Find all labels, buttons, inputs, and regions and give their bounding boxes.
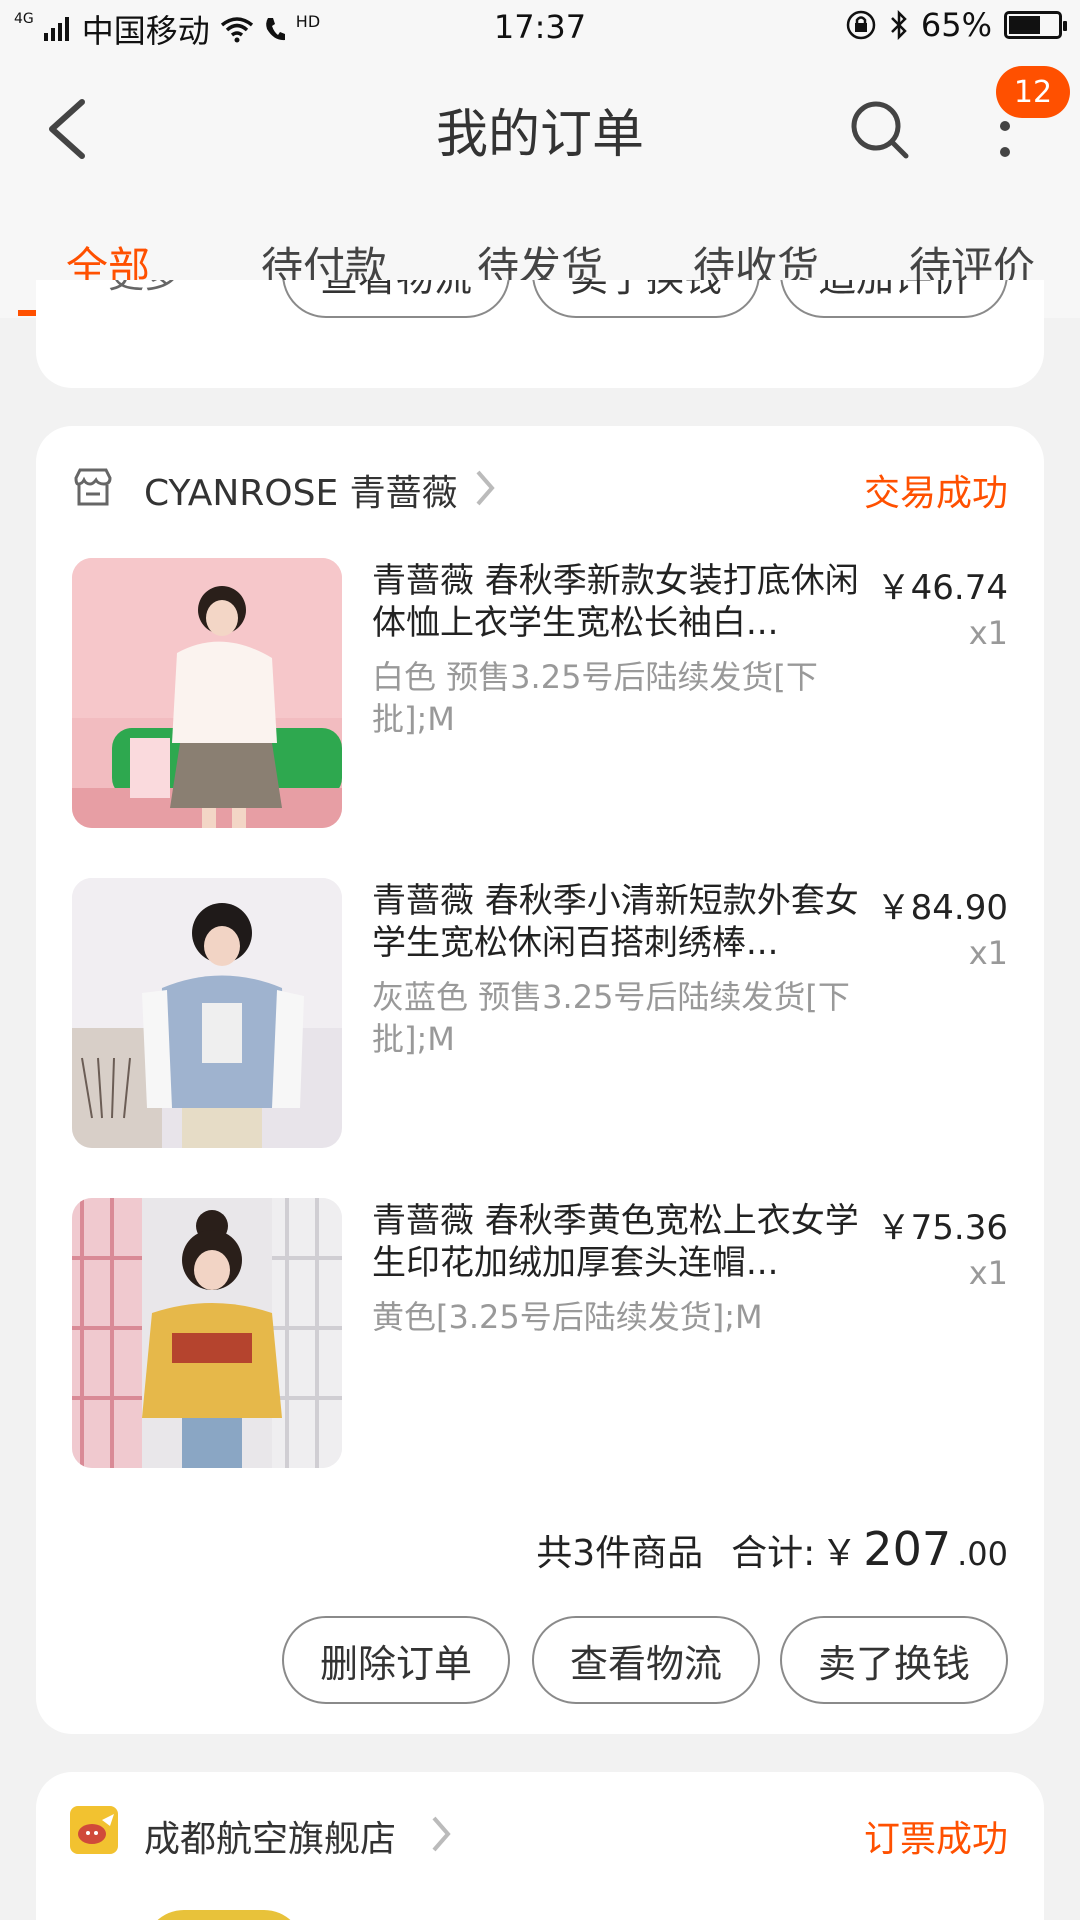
store-icon	[74, 468, 112, 506]
product-image[interactable]	[72, 1198, 342, 1468]
order-item[interactable]: 青蔷薇 春秋季黄色宽松上衣女学生印花加绒加厚套头连帽... 黄色[3.25号后陆…	[72, 1198, 1008, 1468]
status-right: 65%	[845, 6, 1067, 44]
order-card: CYANROSE 青蔷薇 交易成功 青蔷薇 春秋季新款女装打底休闲体恤上衣学生宽…	[36, 426, 1044, 1734]
product-spec: 灰蓝色 预售3.25号后陆续发货[下批];M	[372, 978, 850, 1058]
battery-percent: 65%	[920, 6, 992, 44]
total-label: 合计:	[731, 1533, 816, 1574]
total-integer: 207	[863, 1522, 952, 1576]
product-quantity: x1	[968, 934, 1008, 972]
chevron-right-icon	[432, 1816, 451, 1852]
order-item[interactable]: 青蔷薇 春秋季新款女装打底休闲体恤上衣学生宽松长袖白... 白色 预售3.25号…	[72, 558, 1008, 828]
next-order-card: 成都航空旗舰店 订票成功	[36, 1772, 1044, 1920]
product-image-partial[interactable]	[144, 1910, 304, 1920]
product-title: 青蔷薇 春秋季新款女装打底休闲体恤上衣学生宽松长袖白...	[372, 561, 859, 643]
store-row[interactable]: CYANROSE 青蔷薇 交易成功	[36, 426, 1044, 546]
status-bar: 4G 中国移动 HD 17:37 65%	[0, 0, 1080, 54]
product-quantity: x1	[968, 1254, 1008, 1292]
search-icon[interactable]	[848, 98, 912, 162]
product-image[interactable]	[72, 558, 342, 828]
currency-symbol: ￥	[821, 1533, 858, 1574]
more-label[interactable]: 更多	[108, 280, 180, 298]
product-title: 青蔷薇 春秋季小清新短款外套女学生宽松休闲百搭刺绣棒...	[372, 881, 859, 963]
store-name[interactable]: CYANROSE 青蔷薇	[144, 464, 458, 516]
product-quantity: x1	[968, 614, 1008, 652]
battery-fill	[1009, 16, 1040, 34]
view-logistics-button[interactable]: 查看物流	[532, 1616, 760, 1704]
add-review-button[interactable]: 追加评价	[780, 280, 1008, 318]
product-image[interactable]	[72, 878, 342, 1148]
product-price: ￥84.90	[876, 888, 1008, 928]
order-status: 交易成功	[863, 473, 1008, 514]
chevron-right-icon	[476, 470, 495, 506]
message-badge: 12	[996, 66, 1070, 118]
store-name[interactable]: 成都航空旗舰店	[144, 1810, 396, 1862]
product-title: 青蔷薇 春秋季黄色宽松上衣女学生印花加绒加厚套头连帽...	[372, 1201, 859, 1283]
bluetooth-icon	[890, 10, 907, 40]
product-spec: 黄色[3.25号后陆续发货];M	[372, 1298, 763, 1336]
view-logistics-button[interactable]: 查看物流	[282, 280, 510, 318]
order-item[interactable]: 青蔷薇 春秋季小清新短款外套女学生宽松休闲百搭刺绣棒... 灰蓝色 预售3.25…	[72, 878, 1008, 1148]
resell-button[interactable]: 卖了换钱	[780, 1616, 1008, 1704]
previous-order-card: 更多 查看物流 卖了换钱 追加评价	[36, 280, 1044, 388]
page-title: 我的订单	[435, 105, 644, 165]
delete-order-button[interactable]: 删除订单	[282, 1616, 510, 1704]
order-status: 订票成功	[863, 1819, 1008, 1860]
item-count: 共3件商品	[536, 1533, 704, 1574]
header: 我的订单 12	[0, 54, 1080, 204]
product-spec: 白色 预售3.25号后陆续发货[下批];M	[372, 658, 818, 738]
airline-logo-icon	[70, 1806, 118, 1854]
resell-button[interactable]: 卖了换钱	[532, 280, 760, 318]
store-row[interactable]: 成都航空旗舰店 订票成功	[36, 1772, 1044, 1892]
order-summary: 共3件商品 合计: ￥ 207.00	[536, 1522, 1008, 1576]
battery-icon	[1004, 11, 1067, 39]
lock-rotation-icon	[846, 10, 876, 40]
total-decimal: .00	[957, 1535, 1008, 1573]
product-price: ￥46.74	[876, 568, 1008, 608]
product-price: ￥75.36	[876, 1208, 1008, 1248]
